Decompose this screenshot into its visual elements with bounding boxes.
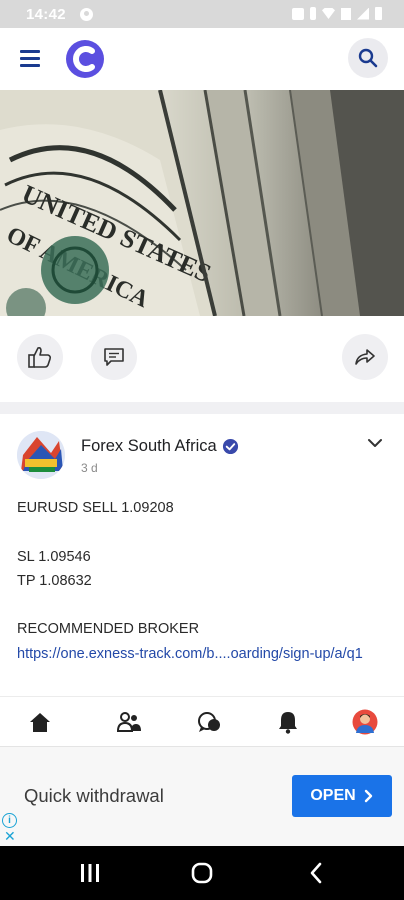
home-icon [30,713,50,732]
chat-icon [198,712,220,732]
nav-profile[interactable] [352,709,378,735]
nav-people[interactable] [116,709,142,735]
ad-close-icon[interactable]: ✕ [4,829,16,843]
thumbs-up-icon [28,347,52,368]
app-bar [0,28,404,90]
post-author[interactable]: Forex South Africa [81,437,239,456]
broker-link[interactable]: https://one.exness-track.com/b....oardin… [17,646,363,662]
share-button[interactable] [342,334,388,380]
home-button[interactable] [190,861,214,885]
profile-avatar-icon [352,709,378,735]
data-icon [341,7,351,20]
post-card: Forex South Africa 3 d EURUSD SELL 1.092… [0,414,404,696]
post-line-sl: SL 1.09546 [17,548,91,565]
people-icon [116,712,141,732]
bluetooth-icon [310,7,316,20]
notification-icon [79,7,93,21]
home-circle-icon [191,862,213,884]
post-timestamp: 3 d [81,461,98,475]
nav-messages[interactable] [196,709,222,735]
search-icon [358,48,378,68]
search-button[interactable] [348,38,388,78]
section-divider [0,402,404,414]
comment-button[interactable] [91,334,137,380]
ad-open-label: OPEN [310,787,356,804]
post-actions [0,316,404,402]
ad-banner[interactable]: Quick withdrawal OPEN i ✕ [0,746,404,847]
recent-apps-icon [81,864,99,882]
nav-home[interactable] [27,709,53,735]
chevron-right-icon [364,789,372,803]
author-name: Forex South Africa [81,437,217,455]
back-icon [310,862,322,884]
menu-button[interactable] [18,48,42,68]
verified-badge-icon [222,438,238,455]
share-icon [355,349,375,365]
recent-apps-button[interactable] [78,861,102,885]
comment-icon [104,348,124,366]
bottom-navigation [0,696,404,747]
post-line-signal: EURUSD SELL 1.09208 [17,500,174,516]
battery-icon [375,7,382,20]
like-button[interactable] [17,334,63,380]
status-bar: 14:42 [0,0,404,28]
system-navigation-bar [0,846,404,900]
system-icons [292,7,382,20]
avatar[interactable] [17,431,65,479]
post-line-broker: RECOMMENDED BROKER [17,621,200,638]
post-image[interactable]: UNITED STATES OF AMERICA [0,90,404,316]
ad-open-button[interactable]: OPEN [292,775,392,817]
banknotes-image: UNITED STATES OF AMERICA [0,90,404,316]
chevron-down-icon[interactable] [366,434,384,452]
post-body: EURUSD SELL 1.09208 SL 1.09546 TP 1.0863… [17,496,389,666]
mute-icon [292,7,304,20]
signal-icon [357,7,369,20]
nav-notifications[interactable] [275,709,301,735]
ad-info-icon[interactable]: i [2,813,17,828]
wifi-icon [322,8,335,19]
back-button[interactable] [306,861,326,885]
forex-logo-icon [17,431,65,479]
post-line-tp: TP 1.08632 [17,572,92,589]
bell-icon [279,712,297,734]
ad-text: Quick withdrawal [24,785,164,806]
app-logo-icon [66,40,104,78]
status-time: 14:42 [26,5,66,23]
